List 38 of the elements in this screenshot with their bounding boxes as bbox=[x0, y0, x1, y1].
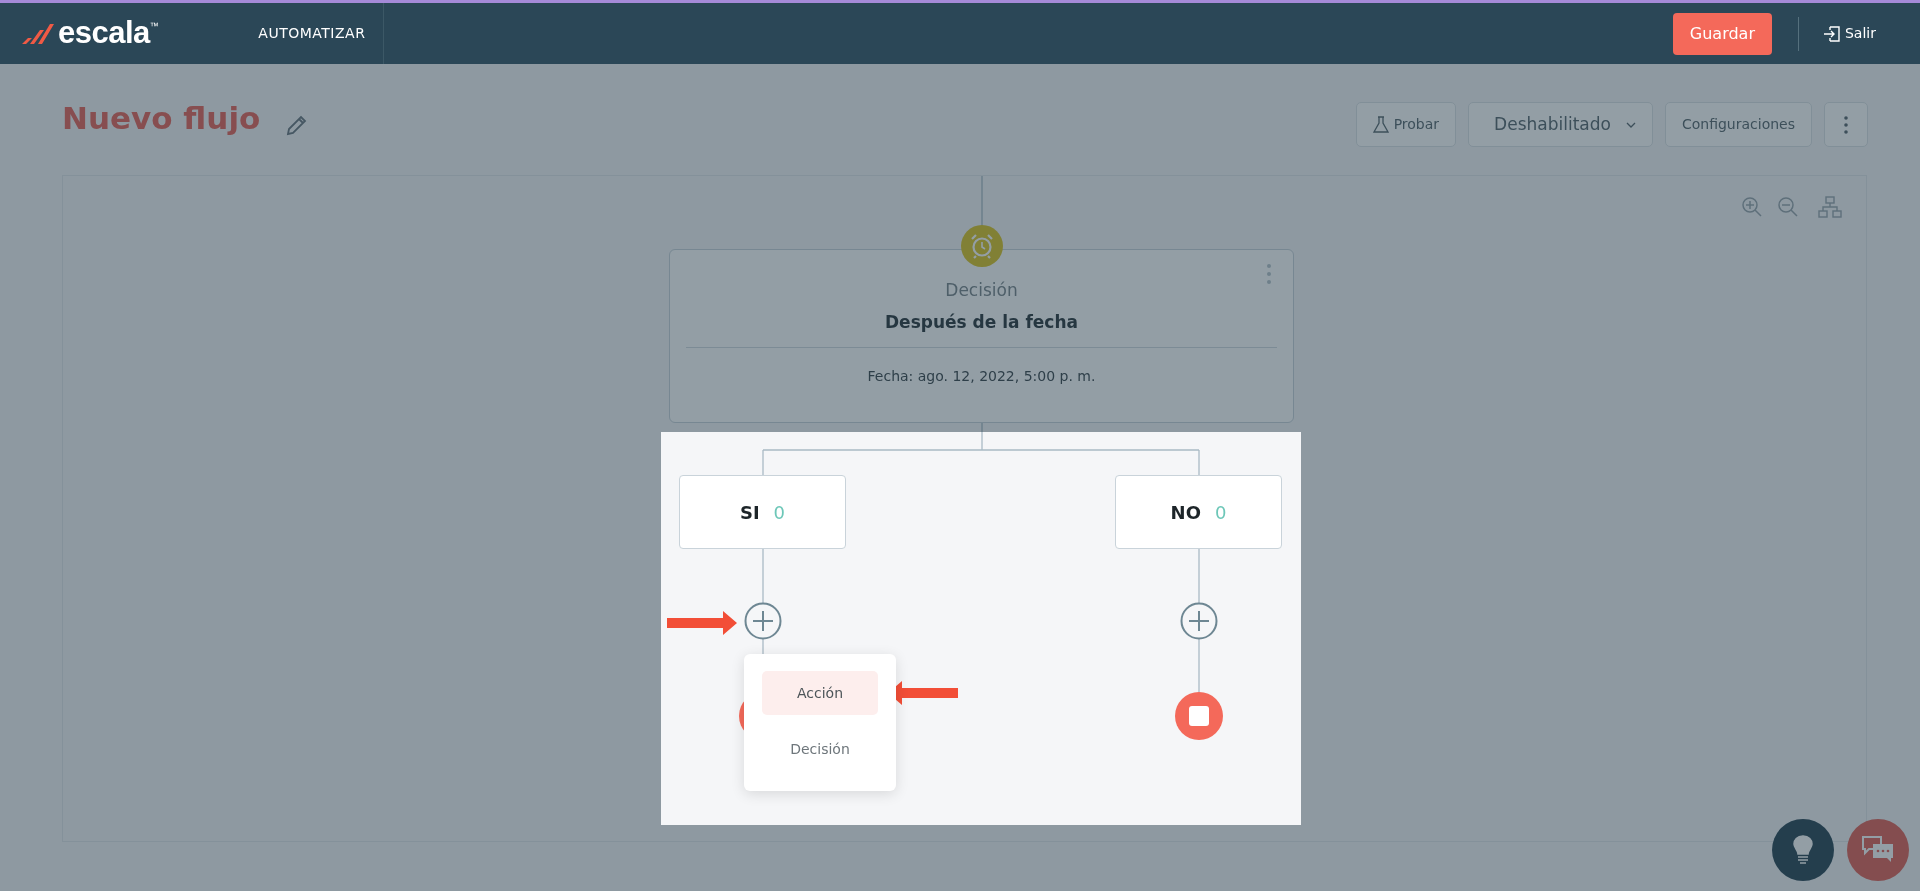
connector-line bbox=[1198, 548, 1200, 604]
kebab-icon bbox=[1844, 115, 1848, 134]
layout-icon[interactable] bbox=[1818, 196, 1842, 218]
pointer-arrow bbox=[667, 610, 737, 636]
connector-line bbox=[1198, 638, 1200, 693]
status-dropdown[interactable]: Deshabilitado bbox=[1468, 102, 1653, 147]
logo-icon bbox=[20, 21, 54, 46]
test-button[interactable]: Probar bbox=[1355, 102, 1457, 147]
exit-icon bbox=[1823, 24, 1841, 43]
node-type: Decisión bbox=[945, 279, 1018, 302]
branch-label: NO bbox=[1170, 500, 1201, 525]
branch-count: 0 bbox=[1214, 500, 1227, 525]
save-button[interactable]: Guardar bbox=[1672, 12, 1772, 55]
exit-link[interactable]: Salir bbox=[1823, 23, 1876, 44]
zoom-out-icon[interactable] bbox=[1777, 196, 1799, 218]
brand-name: escala$^{™}$ bbox=[58, 14, 159, 53]
menu-item[interactable]: Decisión bbox=[762, 727, 878, 771]
branch-count: 0 bbox=[773, 500, 786, 525]
add-icon[interactable] bbox=[744, 602, 782, 640]
lightbulb-icon bbox=[1793, 835, 1813, 865]
node-detail: Fecha: ago. 12, 2022, 5:00 p. m. bbox=[867, 367, 1096, 386]
stop-icon[interactable] bbox=[1175, 692, 1223, 740]
connector-line bbox=[762, 548, 764, 604]
flask-icon bbox=[1372, 115, 1389, 134]
section-label: AUTOMATIZAR bbox=[240, 3, 385, 64]
caret-icon bbox=[1625, 121, 1636, 128]
page-title: Nuevo flujo bbox=[62, 100, 261, 138]
branch-label: SI bbox=[739, 500, 760, 525]
branch-box[interactable]: NO 0 bbox=[1115, 475, 1282, 549]
add-icon[interactable] bbox=[1180, 602, 1218, 640]
alarm-clock-icon bbox=[961, 225, 1003, 267]
decision-card[interactable]: Decisión Después de la fecha Fecha: ago. 12, 2022, 5:00 p. m. bbox=[669, 249, 1294, 423]
node-title: Después de la fecha bbox=[885, 310, 1078, 334]
zoom-in-icon[interactable] bbox=[1741, 196, 1763, 218]
kebab-icon[interactable] bbox=[1267, 264, 1271, 284]
settings-button[interactable]: Configuraciones bbox=[1664, 102, 1812, 147]
branch-box[interactable]: SI 0 bbox=[679, 475, 846, 549]
menu-item[interactable]: Acción bbox=[762, 671, 878, 715]
